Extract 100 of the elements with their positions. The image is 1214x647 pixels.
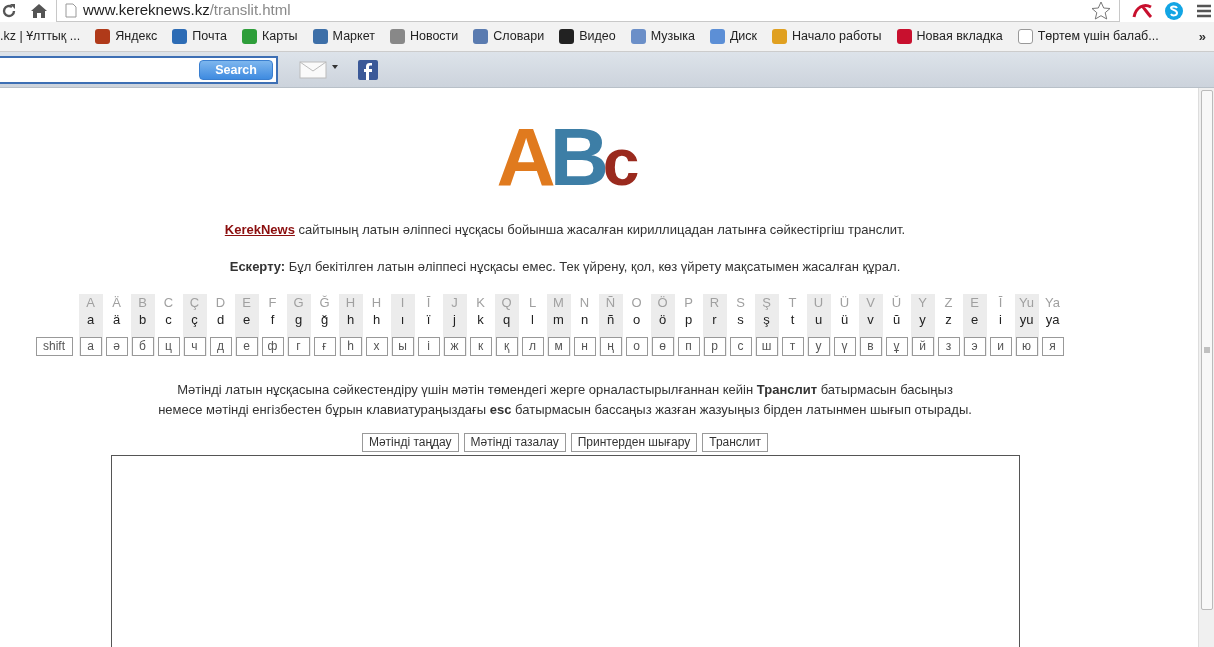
- lowercase-letter: q: [502, 311, 511, 329]
- uppercase-letter: P: [684, 294, 693, 311]
- bookmark-icon: [242, 29, 257, 44]
- letter-key[interactable]: а: [79, 337, 102, 356]
- letter-key[interactable]: ә: [105, 337, 128, 356]
- letter-key[interactable]: й: [911, 337, 934, 356]
- lowercase-letter: ğ: [320, 311, 329, 329]
- uppercase-letter: H: [345, 294, 356, 311]
- lowercase-letter: s: [737, 311, 744, 329]
- uppercase-letter: Y: [918, 294, 927, 311]
- bookmark-link[interactable]: Карты: [242, 27, 298, 46]
- bookmark-link[interactable]: Новости: [389, 27, 459, 46]
- letter-key[interactable]: и: [989, 337, 1012, 356]
- letter-key[interactable]: я: [1041, 337, 1064, 356]
- bookmark-link[interactable]: Музыка: [630, 27, 695, 46]
- uppercase-letter: L: [528, 294, 537, 311]
- bookmark-link[interactable]: Видео: [559, 27, 616, 46]
- letter-key[interactable]: м: [547, 337, 570, 356]
- letter-key[interactable]: ф: [261, 337, 284, 356]
- lowercase-letter: e: [970, 311, 979, 329]
- url-path: /translit.html: [209, 1, 291, 19]
- lowercase-letter: h: [372, 311, 381, 329]
- action-button[interactable]: Транслит: [702, 433, 769, 452]
- uppercase-letter: Ä: [112, 294, 121, 311]
- bookmark-link[interactable]: Начало работы: [772, 27, 882, 46]
- caret-icon[interactable]: [332, 64, 338, 69]
- bookmark-link[interactable]: Яндекс: [95, 27, 158, 46]
- facebook-icon[interactable]: [358, 59, 378, 80]
- shift-key[interactable]: shift: [35, 337, 73, 356]
- letter-key[interactable]: д: [209, 337, 232, 356]
- bookmark-link[interactable]: Диск: [709, 27, 758, 46]
- action-button[interactable]: Мәтінді тазалау: [463, 433, 566, 452]
- letter-key[interactable]: с: [729, 337, 752, 356]
- letter-key[interactable]: э: [963, 337, 986, 356]
- letter-key[interactable]: ш: [755, 337, 778, 356]
- bookmark-link[interactable]: Маркет: [312, 27, 375, 46]
- letter-key[interactable]: қ: [495, 337, 518, 356]
- bookmark-icon: [1017, 29, 1033, 44]
- letter-key[interactable]: к: [469, 337, 492, 356]
- lowercase-letter: ŭ: [892, 311, 901, 329]
- skype-icon[interactable]: [1164, 1, 1184, 21]
- letter-key[interactable]: һ: [339, 337, 362, 356]
- reload-icon[interactable]: [0, 2, 18, 20]
- bookmark-icon: [473, 29, 489, 44]
- lowercase-letter: t: [790, 311, 795, 329]
- home-icon[interactable]: [30, 2, 48, 20]
- letter-key[interactable]: х: [365, 337, 388, 356]
- letter-key[interactable]: ю: [1015, 337, 1038, 356]
- bookmark-link[interactable]: Новая вкладка: [896, 27, 1003, 46]
- letter-key[interactable]: в: [859, 337, 882, 356]
- lowercase-letter: b: [138, 311, 147, 329]
- uppercase-letter: C: [163, 294, 174, 311]
- intro-text: KerekNews сайтының латын әліппесі нұсқасы бойынша жасалған кириллицадан латынға сәйкестіргіш транслит.: [224, 221, 906, 239]
- bookmark-link[interactable]: Словари: [473, 27, 545, 46]
- logo: ABc: [496, 116, 634, 196]
- letter-key[interactable]: н: [573, 337, 596, 356]
- lowercase-letter: ç: [191, 311, 198, 329]
- letter-key[interactable]: ү: [833, 337, 856, 356]
- uppercase-letter: O: [631, 294, 642, 311]
- uppercase-letter: U: [813, 294, 824, 311]
- bookmark-link[interactable]: .kz | Ұлттық ...: [0, 27, 81, 46]
- lowercase-letter: ï: [426, 311, 431, 329]
- letter-key[interactable]: п: [677, 337, 700, 356]
- scrollbar[interactable]: [1198, 88, 1214, 647]
- letter-key[interactable]: і: [417, 337, 440, 356]
- letter-key[interactable]: г: [287, 337, 310, 356]
- lowercase-letter: i: [999, 311, 1002, 329]
- letter-key[interactable]: о: [625, 337, 648, 356]
- bookmark-link[interactable]: Төртем үшін балаб...: [1017, 27, 1159, 46]
- letter-key[interactable]: л: [521, 337, 544, 356]
- letter-key[interactable]: з: [937, 337, 960, 356]
- letter-key[interactable]: у: [807, 337, 830, 356]
- letter-key[interactable]: т: [781, 337, 804, 356]
- letter-key[interactable]: б: [131, 337, 154, 356]
- letter-key[interactable]: ц: [157, 337, 180, 356]
- letter-key[interactable]: р: [703, 337, 726, 356]
- lowercase-letter: z: [945, 311, 952, 329]
- menu-icon[interactable]: [1196, 3, 1212, 19]
- letter-key[interactable]: ұ: [885, 337, 908, 356]
- letter-key[interactable]: ы: [391, 337, 414, 356]
- letter-key[interactable]: е: [235, 337, 258, 356]
- letter-key[interactable]: ң: [599, 337, 622, 356]
- grip-icon: [1203, 347, 1210, 353]
- action-button[interactable]: Мәтінді таңдау: [361, 433, 459, 452]
- more-bookmarks-button[interactable]: »: [1198, 26, 1206, 47]
- bookmark-icon: [559, 29, 575, 44]
- letter-key[interactable]: ө: [651, 337, 674, 356]
- letter-key[interactable]: ч: [183, 337, 206, 356]
- uppercase-letter: R: [709, 294, 720, 311]
- uppercase-letter: D: [215, 294, 226, 311]
- letter-key[interactable]: ж: [443, 337, 466, 356]
- bookmark-link[interactable]: Почта: [172, 27, 227, 46]
- uppercase-letter: E: [242, 294, 251, 311]
- star-icon[interactable]: [1091, 0, 1111, 21]
- uppercase-letter: Ñ: [605, 294, 616, 311]
- kereknews-link[interactable]: KerekNews: [224, 222, 295, 237]
- uppercase-letter: Ğ: [319, 294, 330, 311]
- action-button[interactable]: Принтерден шығару: [570, 433, 698, 452]
- letter-key[interactable]: ғ: [313, 337, 336, 356]
- uppercase-letter: Ü: [839, 294, 850, 311]
